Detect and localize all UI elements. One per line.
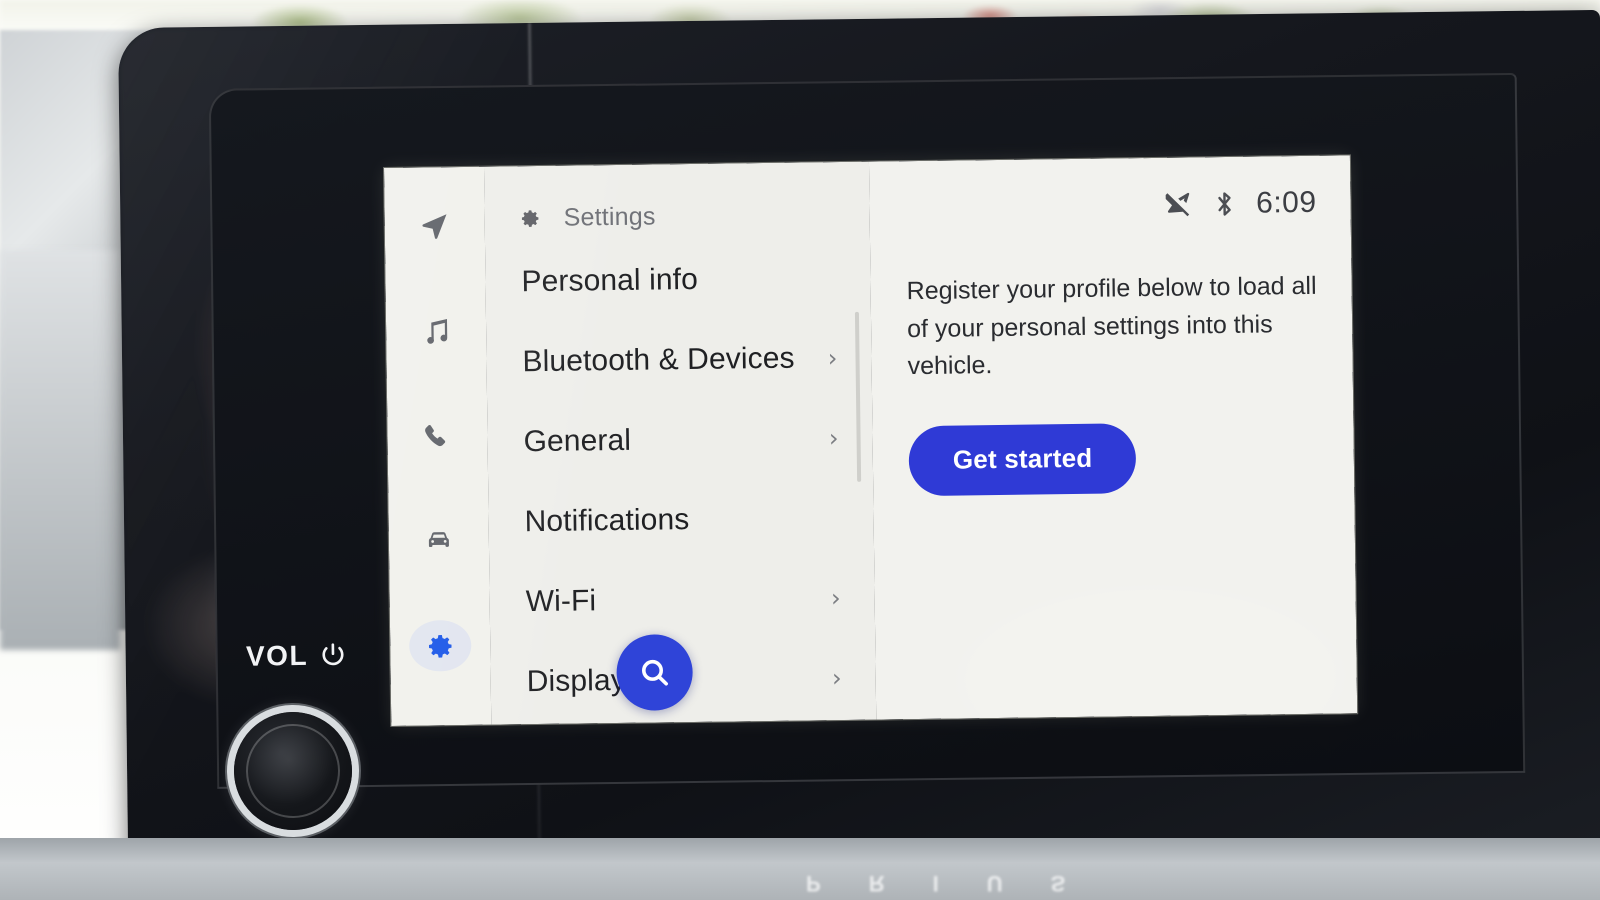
trim-badge-letter: I bbox=[932, 871, 943, 896]
rail-item-phone[interactable] bbox=[406, 411, 469, 463]
menu-item-label: Notifications bbox=[524, 503, 690, 539]
navigation-arrow-icon bbox=[420, 212, 450, 242]
trim-badge-letter: S bbox=[1050, 871, 1070, 896]
infotainment-screen: Settings Personal info › Bluetooth & Dev… bbox=[384, 155, 1358, 726]
bluetooth-icon bbox=[1212, 189, 1236, 219]
rail-item-media[interactable] bbox=[405, 306, 468, 358]
get-started-button[interactable]: Get started bbox=[908, 422, 1137, 496]
settings-header: Settings bbox=[484, 190, 870, 243]
search-icon bbox=[636, 654, 672, 690]
chevron-right-icon: › bbox=[831, 664, 842, 693]
volume-control-label: VOL bbox=[246, 639, 348, 672]
menu-item-notifications[interactable]: Notifications › bbox=[488, 478, 874, 563]
gear-icon bbox=[519, 206, 542, 229]
gear-icon bbox=[425, 631, 455, 661]
menu-item-label: Personal info bbox=[521, 262, 699, 299]
rail-item-settings[interactable] bbox=[408, 620, 472, 672]
detail-panel: 6:09 Register your profile below to load… bbox=[868, 155, 1358, 720]
no-connection-icon bbox=[1162, 189, 1192, 219]
rail-item-navigation[interactable] bbox=[403, 201, 466, 253]
car-icon bbox=[424, 526, 454, 556]
phone-handset-icon bbox=[422, 421, 452, 451]
status-bar: 6:09 bbox=[905, 182, 1317, 229]
chevron-right-icon: › bbox=[830, 584, 841, 613]
menu-item-personal-info[interactable]: Personal info › bbox=[485, 238, 871, 323]
detail-body-text: Register your profile below to load all … bbox=[906, 271, 1317, 381]
menu-item-label: General bbox=[523, 423, 632, 459]
rail-item-vehicle[interactable] bbox=[408, 515, 471, 567]
dashboard-left-shadow bbox=[0, 250, 120, 650]
trim-badge-letter: R bbox=[868, 871, 889, 896]
status-clock: 6:09 bbox=[1255, 185, 1317, 220]
trim-badge-letter: P bbox=[806, 871, 825, 896]
menu-item-label: Wi-Fi bbox=[525, 584, 597, 619]
settings-list-panel: Settings Personal info › Bluetooth & Dev… bbox=[483, 161, 877, 725]
chevron-right-icon: › bbox=[827, 344, 838, 373]
trim-badge-letter: U bbox=[986, 871, 1007, 896]
chevron-right-icon: › bbox=[828, 424, 839, 453]
menu-item-bluetooth-devices[interactable]: Bluetooth & Devices › bbox=[486, 318, 872, 403]
settings-title: Settings bbox=[563, 201, 656, 232]
menu-item-label: Bluetooth & Devices bbox=[522, 341, 795, 379]
power-icon[interactable] bbox=[318, 640, 348, 670]
music-note-icon bbox=[421, 316, 451, 346]
volume-label-text: VOL bbox=[245, 639, 309, 672]
menu-item-wifi[interactable]: Wi-Fi › bbox=[489, 558, 875, 643]
menu-item-general[interactable]: General › bbox=[487, 398, 873, 483]
app-rail bbox=[384, 166, 492, 726]
trim-badge-reflection: PRIUS bbox=[806, 870, 1069, 896]
dashboard-lower-trim: PRIUS bbox=[0, 838, 1600, 900]
